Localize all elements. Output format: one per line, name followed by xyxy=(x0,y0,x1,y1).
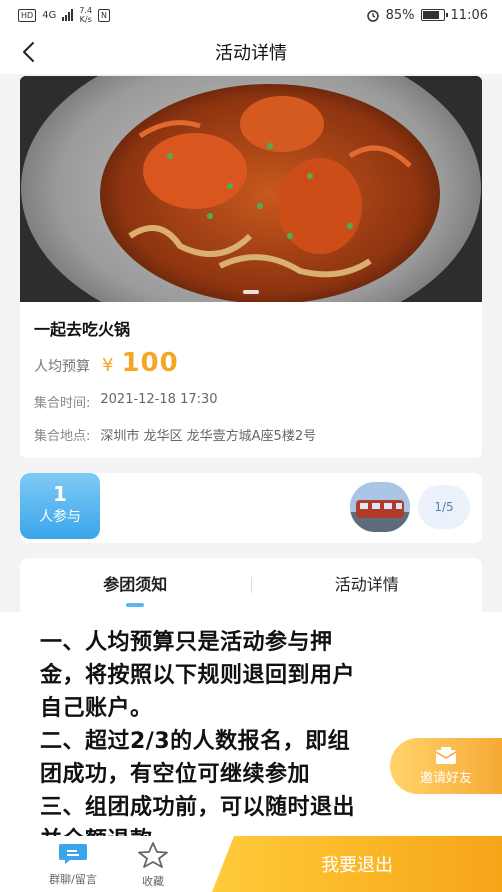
exit-activity-button[interactable]: 我要退出 xyxy=(212,836,502,892)
status-right: 85% 11:06 xyxy=(366,8,488,23)
notice-line: 自己账户。 xyxy=(40,696,153,721)
participant-count-badge: 1 人参与 xyxy=(20,473,100,539)
invite-friends-label: 邀请好友 xyxy=(419,770,472,786)
participant-count-label: 人参与 xyxy=(39,509,81,525)
meeting-time-value: 2021-12-18 17:30 xyxy=(100,392,218,407)
envelope-icon xyxy=(435,746,457,764)
group-chat-label: 群聊/留言 xyxy=(49,873,97,886)
notice-line: 一、人均预算只是活动参与押 xyxy=(40,630,333,655)
tab-bar: 参团须知 活动详情 xyxy=(20,558,482,612)
meeting-place-value: 深圳市 龙华区 龙华壹方城A座5楼2号 xyxy=(100,429,317,444)
favorite-label: 收藏 xyxy=(142,875,164,888)
participant-ratio[interactable]: 1/5 xyxy=(418,485,470,529)
battery-icon xyxy=(420,9,448,21)
meeting-time-row: 集合时间: 2021-12-18 17:30 xyxy=(34,392,468,411)
activity-info-card: 一起去吃火锅 人均预算 ¥ 100 集合时间: 2021-12-18 17:30… xyxy=(20,302,482,458)
signal-icon xyxy=(62,9,74,21)
budget-price: 100 xyxy=(121,348,179,378)
speed-value: 7.4 xyxy=(79,6,93,15)
train-avatar-image xyxy=(350,482,410,532)
star-icon xyxy=(138,842,168,868)
clock: 11:06 xyxy=(450,7,488,23)
participant-count: 1 xyxy=(53,482,67,506)
activity-image-carousel[interactable] xyxy=(20,76,482,302)
participants-card: 1 人参与 1/5 xyxy=(20,473,482,543)
status-bar: HD 4G 7.4 K/s N 85% 11:06 xyxy=(0,0,502,30)
tab-notice[interactable]: 参团须知 xyxy=(20,558,251,612)
battery-percent: 85% xyxy=(385,7,415,23)
budget-row: 人均预算 ¥ 100 xyxy=(34,348,468,378)
nav-bar: 活动详情 xyxy=(0,30,502,74)
notice-line: 金，将按照以下规则退回到用户 xyxy=(40,663,356,688)
status-left: HD 4G 7.4 K/s N xyxy=(18,6,111,24)
carousel-indicator xyxy=(243,290,259,294)
notice-content: 一、人均预算只是活动参与押 金，将按照以下规则退回到用户 自己账户。 二、超过2… xyxy=(0,612,502,838)
group-chat-button[interactable]: 群聊/留言 xyxy=(38,842,108,887)
network-label: 4G xyxy=(42,9,57,21)
meeting-place-label: 集合地点: xyxy=(34,429,91,444)
meeting-place-row: 集合地点: 深圳市 龙华区 龙华壹方城A座5楼2号 xyxy=(34,425,468,444)
bottom-action-bar: 群聊/留言 收藏 我要退出 xyxy=(0,836,502,892)
chat-icon xyxy=(59,844,87,864)
exit-activity-label: 我要退出 xyxy=(321,855,393,876)
favorite-button[interactable]: 收藏 xyxy=(118,842,188,889)
hotpot-crab-photo xyxy=(20,76,482,302)
speed-unit: K/s xyxy=(79,15,92,24)
notice-line: 三、组团成功前，可以随时退出 xyxy=(40,795,356,820)
meeting-time-label: 集合时间: xyxy=(34,396,91,411)
back-arrow-icon[interactable] xyxy=(18,40,42,64)
page-title: 活动详情 xyxy=(215,43,287,64)
nfc-icon: N xyxy=(98,8,111,22)
hd-badge: HD xyxy=(18,8,37,22)
currency-symbol: ¥ xyxy=(102,355,114,376)
budget-label: 人均预算 xyxy=(34,359,90,375)
activity-title: 一起去吃火锅 xyxy=(34,320,131,339)
tab-activity-details[interactable]: 活动详情 xyxy=(252,558,483,612)
avatar[interactable] xyxy=(350,482,410,532)
alarm-icon xyxy=(366,10,379,22)
network-speed: 7.4 K/s xyxy=(79,6,92,24)
invite-friends-button[interactable]: 邀请好友 xyxy=(390,738,502,794)
